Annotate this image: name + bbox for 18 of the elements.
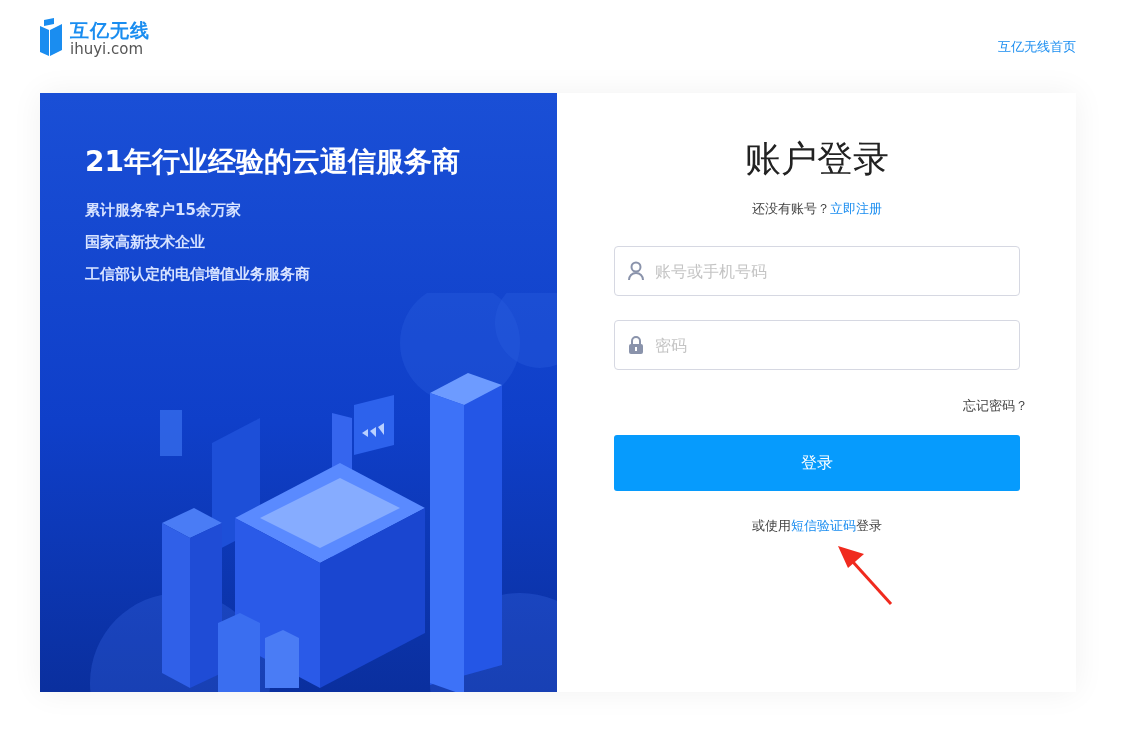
user-icon (626, 261, 645, 281)
forgot-password-link[interactable]: 忘记密码？ (963, 397, 1028, 415)
promo-point: 工信部认定的电信增值业务服务商 (85, 264, 311, 285)
register-link[interactable]: 立即注册 (829, 201, 882, 216)
logo-domain: ihuyi.com (70, 42, 145, 57)
promo-point: 累计服务客户15余万家 (85, 200, 242, 221)
password-field[interactable]: 密码 (613, 320, 1020, 370)
login-title: 账户登录 (744, 137, 889, 181)
home-link[interactable]: 互亿无线首页 (998, 38, 1076, 56)
sms-code-link[interactable]: 短信验证码 (790, 518, 856, 533)
register-prompt: 还没有账号？立即注册 (751, 200, 882, 218)
account-field[interactable]: 账号或手机号码 (613, 246, 1020, 296)
promo-headline: 21年行业经验的云通信服务商 (85, 144, 461, 180)
lock-icon (626, 335, 645, 355)
logo-text: 互亿无线 (70, 21, 150, 40)
sms-login-prompt: 或使用短信验证码登录 (751, 517, 882, 535)
promo-point: 国家高新技术企业 (85, 232, 206, 253)
login-button[interactable]: 登录 (613, 435, 1020, 491)
